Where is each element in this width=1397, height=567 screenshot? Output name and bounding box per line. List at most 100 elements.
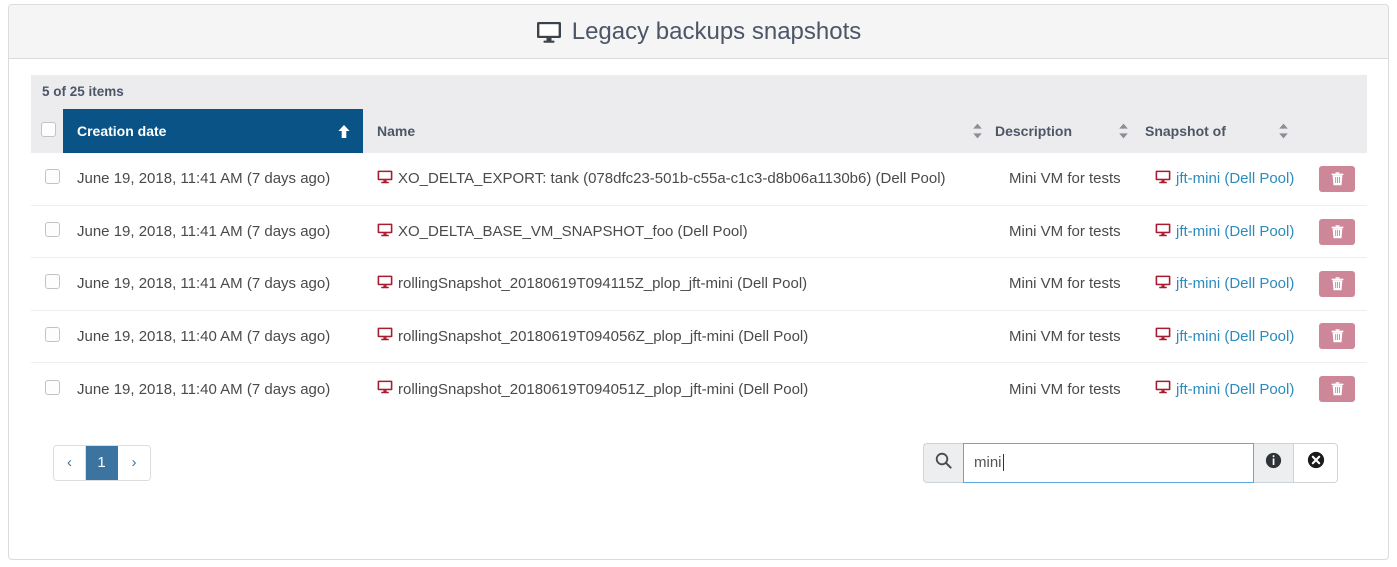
cell-creation-date: June 19, 2018, 11:41 AM (7 days ago) [63,204,363,258]
cell-actions [1301,204,1367,258]
cell-snapshot-of: jft-mini (Dell Pool) [1141,204,1301,258]
cell-name-text: rollingSnapshot_20180619T094056Z_plop_jf… [398,327,809,345]
table-body: June 19, 2018, 11:41 AM (7 days ago) XO_… [31,153,1367,415]
search-icon-addon [923,442,963,483]
snapshot-of-link[interactable]: jft-mini (Dell Pool) [1176,381,1294,398]
header-description[interactable]: Description [995,109,1141,153]
header-description-label: Description [995,123,1073,139]
snapshot-of-link[interactable]: jft-mini (Dell Pool) [1176,170,1294,187]
delete-button[interactable] [1319,165,1355,192]
trash-icon [1331,382,1343,396]
header-snapshot-of[interactable]: Snapshot of [1141,109,1301,153]
snapshot-of-link[interactable]: jft-mini (Dell Pool) [1176,223,1294,240]
items-count: 5 of 25 items [31,75,1367,109]
pagination-next[interactable]: › [118,445,150,480]
row-select-cell[interactable] [31,204,63,258]
cell-snapshot-of: jft-mini (Dell Pool) [1141,362,1301,415]
sort-icon [1278,123,1289,139]
table-row[interactable]: June 19, 2018, 11:41 AM (7 days ago) [31,257,1367,311]
snapshot-of-link[interactable]: jft-mini (Dell Pool) [1176,328,1294,345]
page-title: Legacy backups snapshots [536,17,862,46]
row-select-cell[interactable] [31,362,63,415]
delete-button[interactable] [1319,218,1355,245]
pagination-prev[interactable]: ‹ [54,445,86,480]
delete-button[interactable] [1319,376,1355,402]
cell-description: Mini VM for tests [995,257,1141,311]
table-row[interactable]: June 19, 2018, 11:40 AM (7 days ago) rol… [31,309,1367,363]
table-row[interactable]: June 19, 2018, 11:41 AM (7 days ago) [31,153,1367,205]
cell-name: XO_DELTA_EXPORT: tank (078dfc23-501b-c55… [363,153,995,205]
delete-button[interactable] [1319,323,1355,350]
text-cursor [1002,454,1004,472]
row-checkbox[interactable] [45,274,60,290]
sort-icon [1118,123,1129,139]
table-header-row: Creation date Name Description Snapshot … [31,109,1367,153]
row-select-cell[interactable] [31,309,63,363]
cell-name-text: rollingSnapshot_20180619T094115Z_plop_jf… [398,275,808,293]
search-input[interactable]: mini [963,442,1254,483]
select-all-checkbox[interactable] [41,122,56,137]
arrow-up-icon [337,124,351,139]
vm-icon [1155,380,1171,398]
info-icon [1265,452,1282,474]
pagination: ‹ 1 › [53,444,151,481]
vm-icon [377,380,393,398]
header-name[interactable]: Name [363,109,995,153]
header-select-all[interactable] [31,109,63,153]
vm-icon [1155,223,1171,241]
cell-name: rollingSnapshot_20180619T094051Z_plop_jf… [363,362,995,415]
cell-description: Mini VM for tests [995,309,1141,363]
table-row[interactable]: June 19, 2018, 11:41 AM (7 days ago) [31,204,1367,258]
search-bar: mini [923,442,1338,483]
search-info-button[interactable] [1254,442,1294,483]
delete-button[interactable] [1319,270,1355,297]
vm-icon [377,223,393,241]
row-checkbox[interactable] [45,379,60,395]
card-body: 5 of 25 items Creation date Name Descrip… [9,59,1388,507]
header-creation-date-label: Creation date [77,123,167,139]
cell-snapshot-of: jft-mini (Dell Pool) [1141,309,1301,363]
table-footer: ‹ 1 › mini [31,415,1366,507]
row-checkbox[interactable] [45,222,60,238]
row-select-cell[interactable] [31,153,63,205]
search-input-value: mini [974,454,1002,472]
page-title-text: Legacy backups snapshots [571,17,862,45]
vm-icon [1155,170,1171,188]
cell-name-text: XO_DELTA_BASE_VM_SNAPSHOT_foo (Dell Pool… [398,223,748,241]
cell-actions [1301,362,1367,415]
table-wrapper: 5 of 25 items Creation date Name Descrip… [31,75,1367,415]
header-name-label: Name [377,123,416,139]
cell-name-text: rollingSnapshot_20180619T094051Z_plop_jf… [398,380,809,398]
search-icon [935,452,952,474]
header-actions [1301,109,1367,153]
table-header: Creation date Name Description Snapshot … [31,109,1367,153]
table-row[interactable]: June 19, 2018, 11:40 AM (7 days ago) rol… [31,362,1367,415]
vm-icon [377,327,393,345]
vm-icon [377,170,393,188]
search-clear-button[interactable] [1294,442,1338,483]
cell-actions [1301,153,1367,205]
header-creation-date[interactable]: Creation date [63,109,363,153]
cell-description: Mini VM for tests [995,362,1141,415]
cell-creation-date: June 19, 2018, 11:41 AM (7 days ago) [63,257,363,311]
trash-icon [1331,172,1343,186]
cell-snapshot-of: jft-mini (Dell Pool) [1141,153,1301,205]
cell-name: XO_DELTA_BASE_VM_SNAPSHOT_foo (Dell Pool… [363,204,995,258]
row-select-cell[interactable] [31,257,63,311]
cell-snapshot-of: jft-mini (Dell Pool) [1141,257,1301,311]
card-header: Legacy backups snapshots [9,5,1388,59]
clear-icon [1307,451,1325,474]
row-checkbox[interactable] [45,326,60,342]
snapshots-card: Legacy backups snapshots 5 of 25 items C… [8,4,1389,560]
trash-icon [1331,329,1343,343]
vm-icon [377,275,393,293]
app-root: Legacy backups snapshots 5 of 25 items C… [0,0,1397,567]
row-checkbox[interactable] [45,169,60,185]
snapshots-table: Creation date Name Description Snapshot … [31,109,1367,415]
snapshot-of-link[interactable]: jft-mini (Dell Pool) [1176,275,1294,292]
pagination-page-1[interactable]: 1 [86,445,118,480]
header-snapshot-of-label: Snapshot of [1145,123,1226,139]
cell-actions [1301,309,1367,363]
vm-icon [1155,275,1171,293]
cell-name: rollingSnapshot_20180619T094115Z_plop_jf… [363,257,995,311]
